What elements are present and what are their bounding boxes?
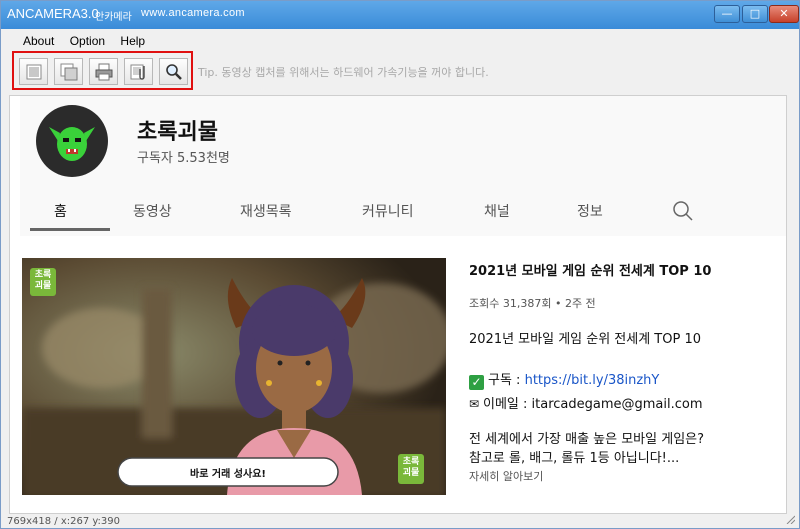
video-info: 2021년 모바일 게임 순위 전세계 TOP 10 조회수 31,387회 •… (469, 258, 779, 484)
capture-toolbar (12, 51, 193, 90)
toolbar-tip: Tip. 동영상 캡처를 위해서는 하드웨어 가속기능을 꺼야 합니다. (198, 66, 489, 79)
clip-button[interactable] (124, 58, 153, 85)
video-meta: 조회수 31,387회 • 2주 전 (469, 297, 596, 310)
capture-viewport[interactable]: 초록괴물 구독자 5.53천명 홈 동영상 재생목록 커뮤니티 채널 정보 초록… (9, 95, 787, 514)
close-icon: ✕ (779, 7, 789, 20)
menu-option[interactable]: Option (70, 34, 105, 48)
app-url: www.ancamera.com (141, 7, 245, 19)
green-monster-icon (49, 127, 95, 161)
resize-grip-icon[interactable] (785, 514, 795, 524)
search-icon[interactable] (672, 200, 694, 222)
tab-playlists[interactable]: 재생목록 (240, 201, 292, 221)
email-line: ✉ 이메일 : itarcadegame@gmail.com (469, 397, 703, 412)
print-button[interactable] (89, 58, 118, 85)
channel-avatar[interactable] (36, 105, 108, 177)
checkmark-icon: ✓ (469, 375, 484, 390)
subscriber-count: 구독자 5.53천명 (137, 151, 230, 166)
read-more-link[interactable]: 자세히 알아보기 (469, 468, 779, 484)
menu-bar: About Option Help (23, 34, 157, 48)
maximize-button[interactable]: □ (742, 5, 768, 23)
video-description: 전 세계에서 가장 매출 높은 모바일 게임은? 참고로 롤, 배그, 롤듀 1… (469, 432, 705, 466)
minimize-icon: — (721, 7, 733, 20)
video-title[interactable]: 2021년 모바일 게임 순위 전세계 TOP 10 (469, 260, 779, 279)
speech-bubble-text: 바로 거래 성사요! (190, 469, 266, 480)
tab-community[interactable]: 커뮤니티 (362, 201, 414, 221)
app-window: ANCAMERA3.0 안카메라 www.ancamera.com — □ ✕ … (0, 0, 800, 529)
magnifier-button[interactable] (159, 58, 188, 85)
minimize-button[interactable]: — (714, 5, 740, 23)
video-description-title: 2021년 모바일 게임 순위 전세계 TOP 10 (469, 332, 701, 347)
channel-badge-corner: 초록 괴물 (402, 457, 420, 478)
envelope-icon: ✉ (469, 397, 480, 411)
tab-videos[interactable]: 동영상 (133, 201, 172, 221)
video-thumbnail[interactable]: 초록 괴물 초록 괴물 바로 거래 성사요! (22, 258, 446, 495)
subscribe-line: ✓ 구독 : https://bit.ly/38inzhY (469, 369, 779, 390)
capture-region-icon (60, 63, 78, 81)
app-title: ANCAMERA3.0 (7, 6, 99, 21)
capture-window-icon (26, 64, 42, 80)
tab-channels[interactable]: 채널 (484, 201, 510, 221)
tab-home[interactable]: 홈 (54, 201, 67, 221)
close-button[interactable]: ✕ (769, 5, 799, 23)
maximize-icon: □ (749, 7, 761, 20)
channel-badge: 초록 괴물 (34, 270, 52, 291)
menu-help[interactable]: Help (120, 34, 145, 48)
print-icon (95, 63, 113, 81)
title-bar[interactable]: ANCAMERA3.0 안카메라 www.ancamera.com — □ ✕ (1, 1, 799, 29)
magnifier-icon (166, 64, 182, 80)
capture-window-button[interactable] (19, 58, 48, 85)
thumbnail-illustration (22, 258, 446, 495)
subscribe-link[interactable]: https://bit.ly/38inzhY (525, 373, 660, 388)
channel-header: 초록괴물 구독자 5.53천명 홈 동영상 재생목록 커뮤니티 채널 정보 (20, 96, 786, 236)
app-title-korean: 안카메라 (95, 12, 132, 23)
tab-about[interactable]: 정보 (577, 201, 603, 221)
clip-icon (130, 64, 145, 80)
active-tab-indicator (30, 228, 110, 231)
capture-region-button[interactable] (54, 58, 83, 85)
status-bar: 769x418 / x:267 y:390 (7, 516, 121, 527)
menu-about[interactable]: About (23, 34, 54, 48)
channel-name: 초록괴물 (137, 120, 218, 145)
